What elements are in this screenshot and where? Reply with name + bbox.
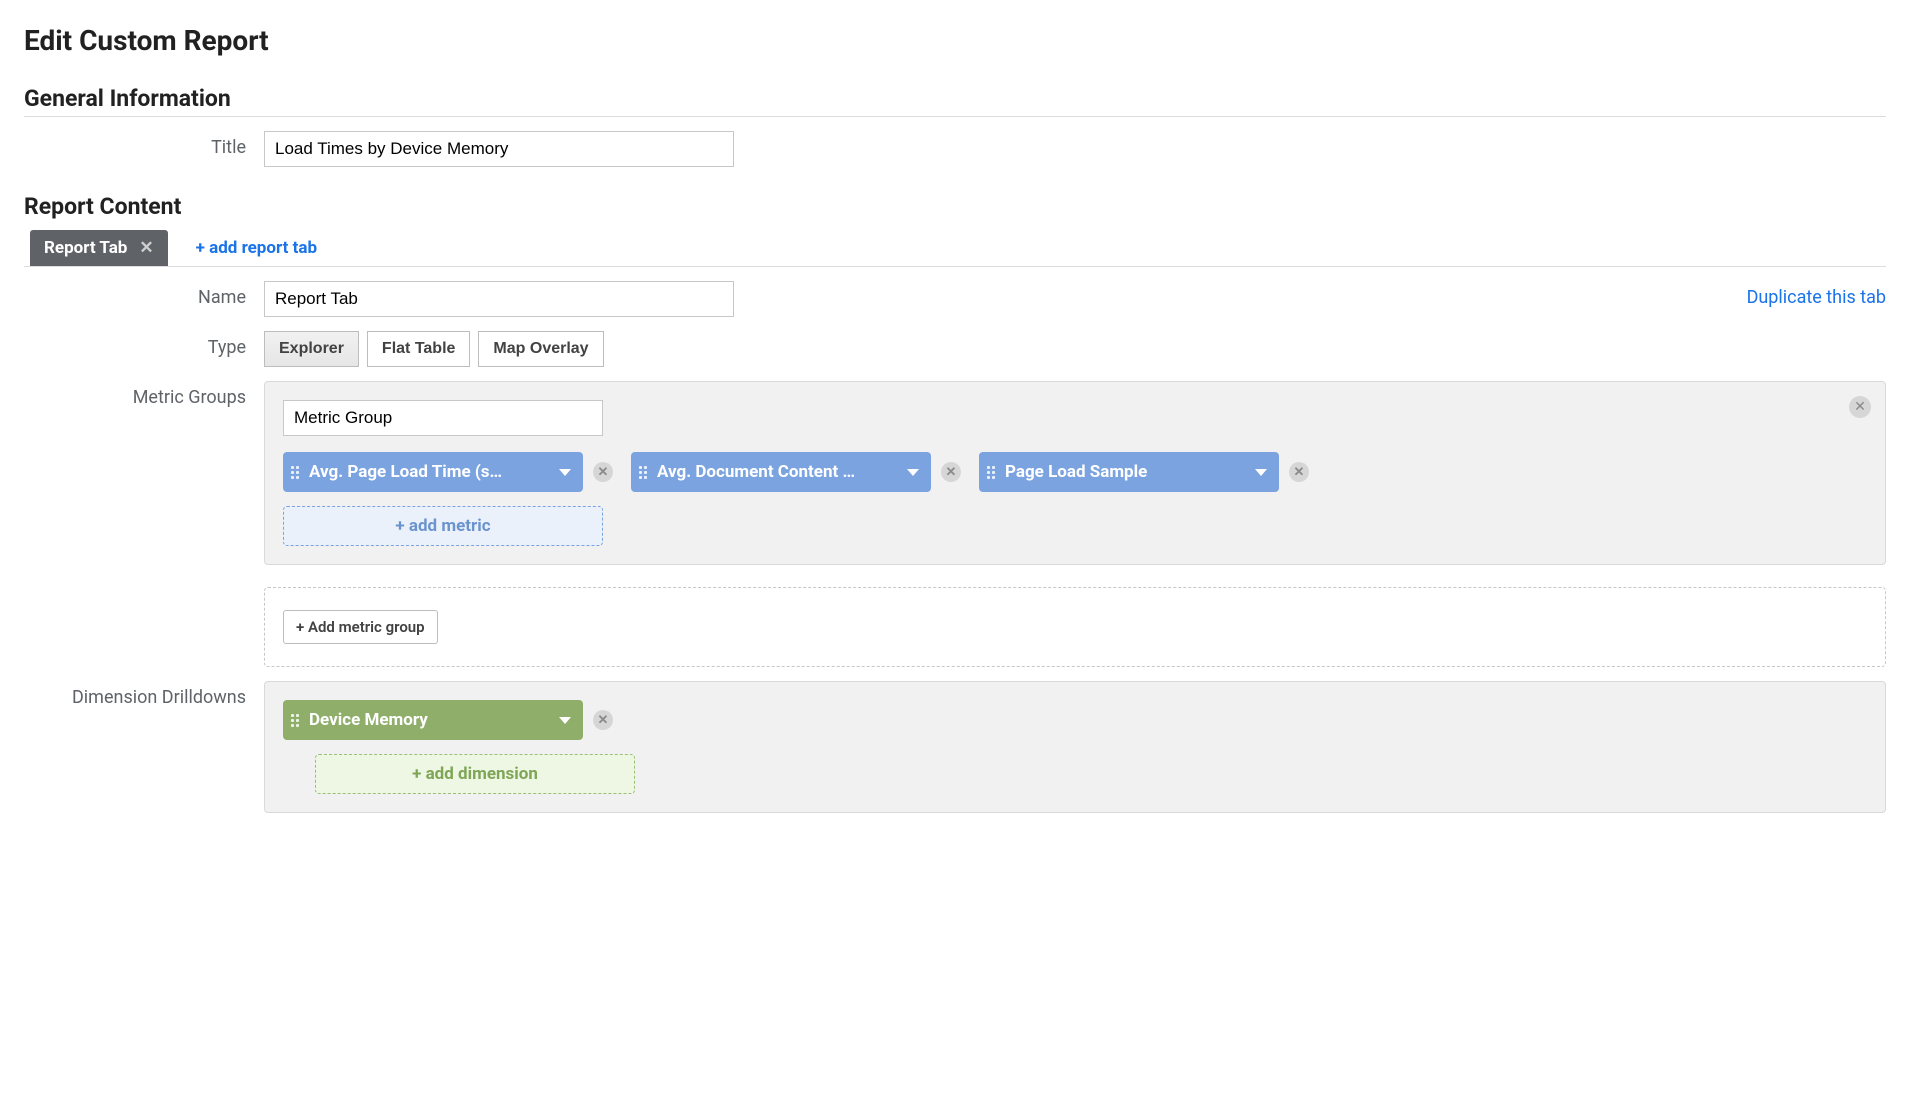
- metric-pill-label: Avg. Page Load Time (s…: [309, 462, 549, 482]
- chevron-down-icon: [1255, 469, 1267, 476]
- report-tab[interactable]: Report Tab ✕: [30, 230, 168, 266]
- chevron-down-icon: [907, 469, 919, 476]
- name-label: Name: [24, 281, 264, 308]
- add-metric-group-button[interactable]: + Add metric group: [283, 610, 438, 644]
- dimension-pill-device-memory[interactable]: Device Memory: [283, 700, 583, 740]
- close-icon[interactable]: ✕: [139, 238, 153, 258]
- metric-pill-avg-document-content[interactable]: Avg. Document Content …: [631, 452, 931, 492]
- drag-handle-icon[interactable]: [291, 466, 299, 479]
- type-flat-table-button[interactable]: Flat Table: [367, 331, 471, 367]
- remove-metric-group-icon[interactable]: ✕: [1849, 396, 1871, 418]
- type-label: Type: [24, 331, 264, 358]
- metric-pill-label: Page Load Sample: [1005, 462, 1245, 482]
- chevron-down-icon: [559, 717, 571, 724]
- metric-pill-avg-page-load-time[interactable]: Avg. Page Load Time (s…: [283, 452, 583, 492]
- drag-handle-icon[interactable]: [639, 466, 647, 479]
- metric-pill-label: Avg. Document Content …: [657, 462, 897, 482]
- add-report-tab-link[interactable]: + add report tab: [196, 230, 317, 266]
- duplicate-tab-link[interactable]: Duplicate this tab: [1747, 287, 1886, 308]
- tab-name-input[interactable]: [264, 281, 734, 317]
- type-explorer-button[interactable]: Explorer: [264, 331, 359, 367]
- remove-metric-icon[interactable]: ✕: [1289, 462, 1309, 482]
- report-tab-label: Report Tab: [44, 238, 127, 258]
- general-information-section: General Information Title: [24, 85, 1886, 167]
- page-title: Edit Custom Report: [24, 24, 1886, 57]
- report-tab-strip: Report Tab ✕ + add report tab: [24, 230, 1886, 267]
- add-metric-button[interactable]: + add metric: [283, 506, 603, 546]
- drag-handle-icon[interactable]: [291, 714, 299, 727]
- remove-metric-icon[interactable]: ✕: [941, 462, 961, 482]
- dimension-drilldowns-label: Dimension Drilldowns: [24, 681, 264, 708]
- report-content-section: Report Content Report Tab ✕ + add report…: [24, 193, 1886, 813]
- metric-group-name-input[interactable]: [283, 400, 603, 436]
- report-content-heading: Report Content: [24, 193, 1886, 224]
- general-information-heading: General Information: [24, 85, 1886, 117]
- add-metric-group-area: + Add metric group: [264, 587, 1886, 667]
- metric-pill-page-load-sample[interactable]: Page Load Sample: [979, 452, 1279, 492]
- metric-group-panel: ✕ Avg. Page Load Time (s… ✕: [264, 381, 1886, 565]
- dimension-pill-label: Device Memory: [309, 710, 549, 730]
- type-button-group: Explorer Flat Table Map Overlay: [264, 331, 604, 367]
- remove-dimension-icon[interactable]: ✕: [593, 710, 613, 730]
- dimension-panel: Device Memory ✕ + add dimension: [264, 681, 1886, 813]
- chevron-down-icon: [559, 469, 571, 476]
- report-title-input[interactable]: [264, 131, 734, 167]
- title-label: Title: [24, 131, 264, 158]
- remove-metric-icon[interactable]: ✕: [593, 462, 613, 482]
- drag-handle-icon[interactable]: [987, 466, 995, 479]
- type-map-overlay-button[interactable]: Map Overlay: [478, 331, 603, 367]
- add-dimension-button[interactable]: + add dimension: [315, 754, 635, 794]
- metric-pill-row: Avg. Page Load Time (s… ✕ Avg. Document …: [283, 452, 1867, 546]
- metric-groups-label: Metric Groups: [24, 381, 264, 408]
